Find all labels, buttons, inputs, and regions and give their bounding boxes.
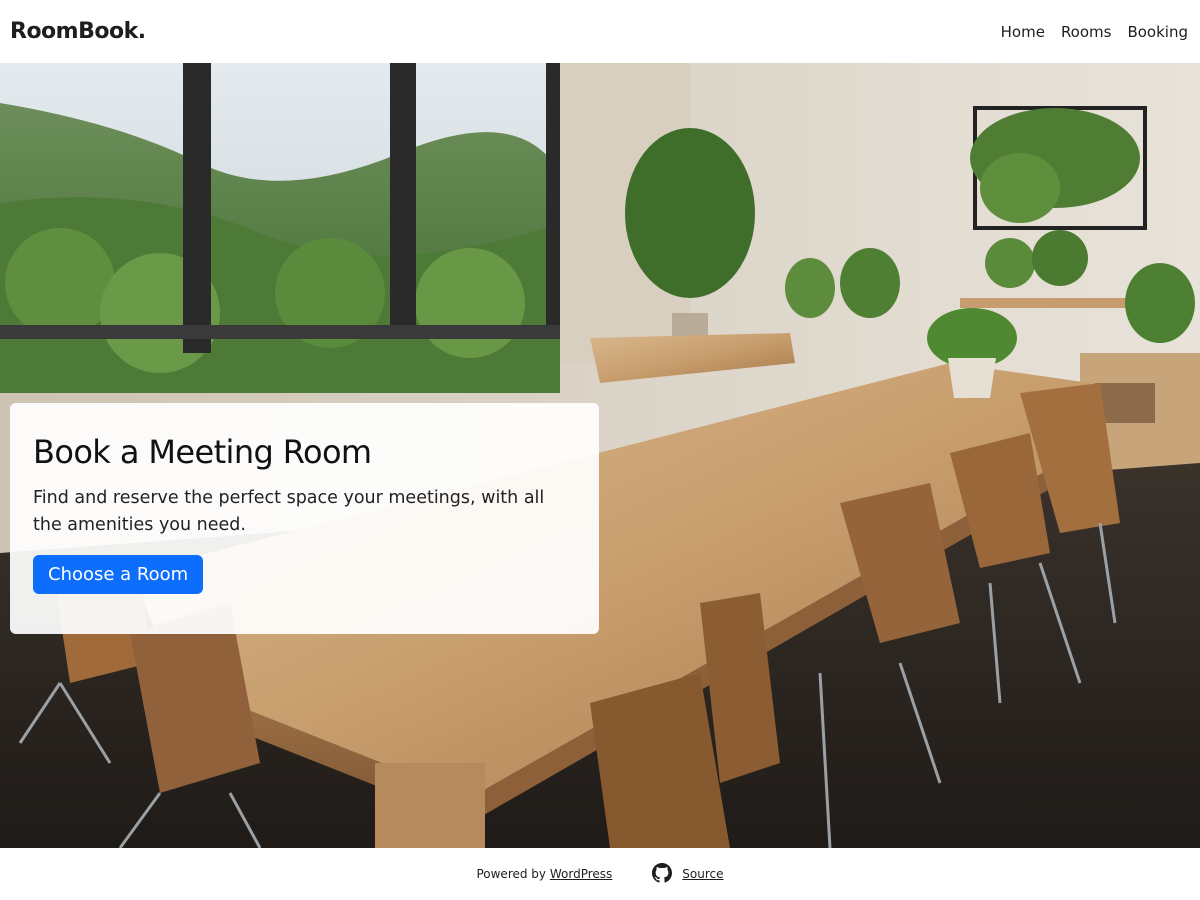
nav-item-booking[interactable]: Booking bbox=[1127, 23, 1188, 41]
site-footer: Powered by WordPress Source bbox=[0, 848, 1200, 900]
nav-item-home[interactable]: Home bbox=[1001, 23, 1045, 41]
site-header: RoomBook. Home Rooms Booking bbox=[0, 0, 1200, 63]
wordpress-link[interactable]: WordPress bbox=[550, 867, 612, 881]
powered-by: Powered by WordPress bbox=[476, 867, 612, 881]
hero-card: Book a Meeting Room Find and reserve the… bbox=[10, 403, 599, 634]
hero-section: Book a Meeting Room Find and reserve the… bbox=[0, 63, 1200, 848]
site-brand[interactable]: RoomBook. bbox=[10, 19, 146, 44]
nav-item-rooms[interactable]: Rooms bbox=[1061, 23, 1112, 41]
powered-by-prefix: Powered by bbox=[476, 867, 547, 881]
github-icon bbox=[652, 862, 673, 886]
hero-title: Book a Meeting Room bbox=[33, 433, 372, 471]
main-nav: Home Rooms Booking bbox=[1001, 23, 1188, 41]
source-link[interactable]: Source bbox=[682, 867, 723, 881]
choose-room-button[interactable]: Choose a Room bbox=[33, 555, 204, 594]
hero-description: Find and reserve the perfect space your … bbox=[33, 488, 545, 535]
source-link-group: Source bbox=[652, 862, 724, 886]
